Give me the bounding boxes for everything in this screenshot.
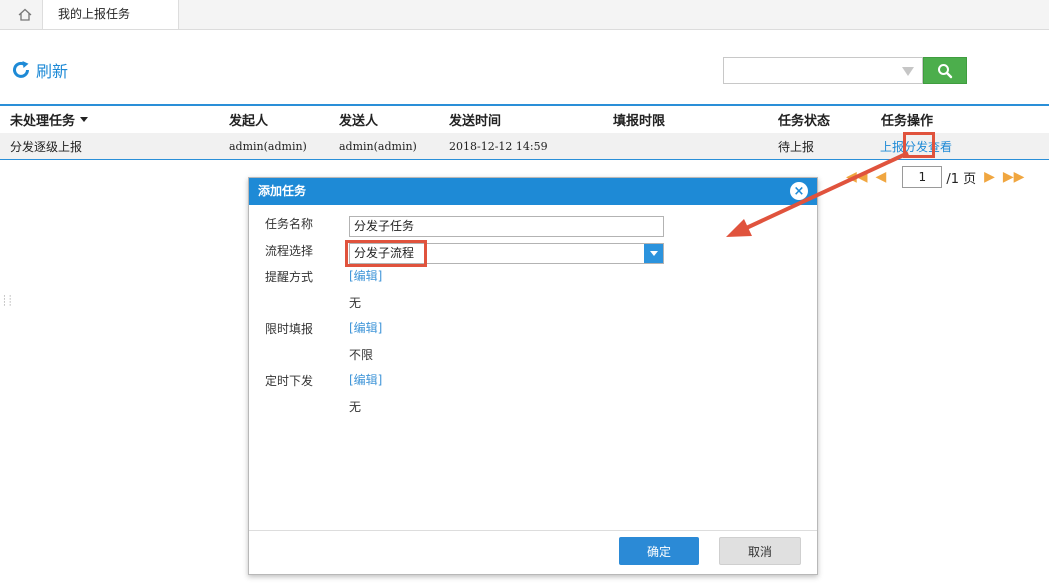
annotation-arrow	[726, 151, 909, 237]
